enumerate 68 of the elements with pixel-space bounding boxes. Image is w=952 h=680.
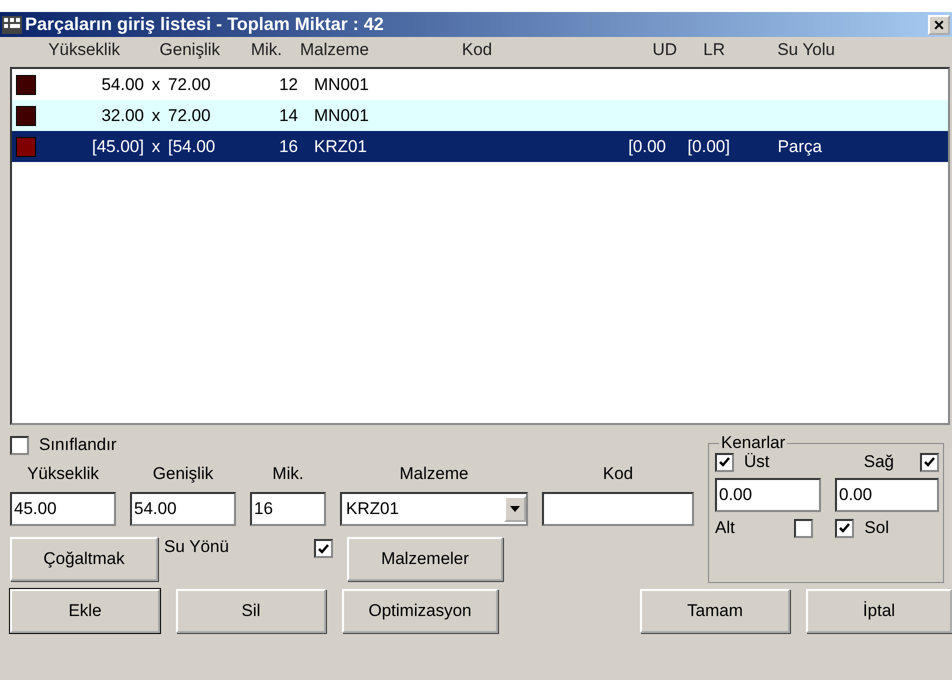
- height-cell-text: 32.00: [100, 106, 144, 126]
- height-cell-text: [45.00]: [91, 136, 144, 156]
- checkbox-label: Sol: [864, 518, 889, 538]
- field-label: Yükseklik: [26, 464, 100, 484]
- list-row[interactable]: 32.00 x 72.00 14 MN001: [12, 100, 948, 131]
- checkbox-label: Sağ: [864, 452, 894, 472]
- times-cell-text: x: [150, 136, 162, 156]
- ud-cell: [0.00: [628, 136, 666, 156]
- check-icon: [318, 544, 329, 554]
- width-cell-text: 72.00: [168, 106, 212, 126]
- quantity-cell-text: 14: [278, 106, 298, 126]
- input-field[interactable]: 0.00: [834, 478, 939, 512]
- input-field[interactable]: 0.00: [715, 478, 821, 512]
- checkbox-label: Üst: [744, 452, 770, 472]
- action-button[interactable]: Ekle: [10, 589, 160, 633]
- column-header[interactable]: Mik.: [220, 40, 282, 60]
- material-dropdown[interactable]: KRZ01: [340, 492, 528, 526]
- column-header[interactable]: UD: [567, 40, 677, 60]
- lr-cell: [0.00]: [687, 136, 730, 156]
- checkbox-label: Su Yönü: [164, 537, 230, 557]
- group-title: Kenarlar: [719, 433, 788, 453]
- column-header[interactable]: Yükseklik: [0, 40, 120, 60]
- width-cell-text: [54.00: [168, 136, 216, 156]
- caret-icon: [510, 506, 520, 512]
- times-cell-text: x: [150, 74, 162, 94]
- input-field[interactable]: 54.00: [130, 492, 236, 526]
- input-field[interactable]: 16: [250, 492, 326, 526]
- times-cell-text: x: [150, 106, 162, 126]
- action-button[interactable]: Optimizasyon: [342, 589, 498, 633]
- water-path-cell: Parça: [778, 136, 822, 156]
- checkbox-label: Alt: [715, 518, 735, 538]
- window-title: Parçaların giriş listesi - Toplam Miktar : 42: [25, 14, 385, 35]
- material-cell-text: KRZ01: [314, 136, 368, 156]
- checkbox-label: Sınıflandır: [39, 435, 116, 455]
- width-cell-text: 72.00: [168, 74, 212, 94]
- field-label: Mik.: [271, 464, 305, 484]
- action-button[interactable]: Tamam: [640, 589, 790, 633]
- check-icon: [719, 457, 730, 467]
- action-button[interactable]: İptal: [806, 589, 952, 633]
- checkbox[interactable]: [314, 539, 333, 558]
- list-row[interactable]: [45.00] x [54.00 16 KRZ01 [0.00 [0.00] Parça: [12, 131, 948, 162]
- action-button[interactable]: Sil: [176, 589, 326, 633]
- checkbox[interactable]: [10, 436, 29, 454]
- check-icon: [839, 523, 850, 533]
- material-cell-text: MN001: [314, 74, 370, 94]
- checkbox[interactable]: [920, 452, 939, 472]
- column-header[interactable]: LR: [677, 40, 725, 60]
- close-button[interactable]: ×: [928, 14, 950, 34]
- checkbox[interactable]: [794, 518, 814, 538]
- input-field[interactable]: [542, 492, 694, 526]
- quantity-cell-text: 16: [278, 136, 298, 156]
- app-icon: [2, 16, 22, 34]
- field-label: Genişlik: [152, 464, 214, 484]
- input-field[interactable]: 45.00: [10, 492, 116, 526]
- column-header[interactable]: Su Yolu: [725, 40, 835, 60]
- check-icon: [924, 457, 935, 467]
- material-cell-text: MN001: [314, 106, 370, 126]
- height-cell-text: 54.00: [100, 74, 144, 94]
- checkbox[interactable]: [835, 518, 854, 538]
- column-header[interactable]: Genişlik: [120, 40, 220, 60]
- quantity-cell-text: 12: [278, 74, 298, 94]
- checkbox[interactable]: [715, 452, 734, 472]
- field-label: Kod: [602, 464, 634, 484]
- field-label: Malzeme: [398, 464, 470, 484]
- column-header[interactable]: Malzeme: [282, 40, 387, 60]
- materials-button[interactable]: Malzemeler: [347, 537, 503, 581]
- duplicate-button[interactable]: Çoğaltmak: [10, 537, 158, 581]
- column-header[interactable]: Kod: [387, 40, 567, 60]
